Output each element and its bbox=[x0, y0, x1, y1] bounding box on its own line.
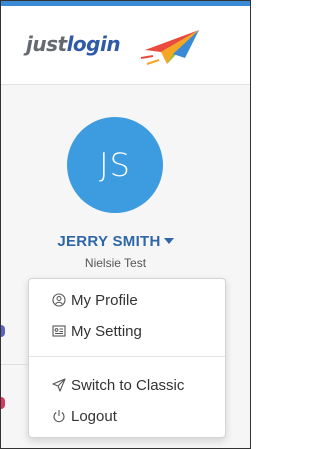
chevron-down-icon bbox=[163, 238, 174, 245]
menu-item-my-profile[interactable]: My Profile bbox=[29, 286, 225, 314]
avatar-initials: JS bbox=[99, 146, 131, 184]
menu-item-label: My Profile bbox=[71, 291, 138, 309]
header: justlogin bbox=[1, 6, 250, 85]
menu-item-switch-to-classic[interactable]: Switch to Classic bbox=[29, 371, 225, 399]
settings-card-icon bbox=[51, 323, 67, 339]
power-icon bbox=[51, 408, 67, 424]
menu-item-label: My Setting bbox=[71, 322, 142, 340]
logo-text-login: login bbox=[66, 32, 121, 56]
background-item-marker bbox=[1, 397, 5, 409]
paper-plane-logo-icon bbox=[140, 30, 199, 65]
logo-text-just: just bbox=[26, 32, 67, 56]
company-name: Nielsie Test bbox=[84, 256, 147, 270]
divider bbox=[1, 364, 31, 365]
avatar[interactable]: JS bbox=[67, 117, 163, 213]
logo[interactable]: justlogin bbox=[26, 32, 121, 56]
menu-item-my-setting[interactable]: My Setting bbox=[29, 317, 225, 345]
user-dropdown-menu: My Profile My Setting Switch to Classic … bbox=[28, 278, 226, 438]
app-window: justlogin JS JERRY SMITH Nielsie Test My… bbox=[0, 0, 251, 449]
user-menu-toggle[interactable]: JERRY SMITH bbox=[1, 233, 230, 250]
paper-plane-icon bbox=[51, 377, 67, 393]
menu-item-label: Switch to Classic bbox=[71, 376, 185, 394]
menu-item-label: Logout bbox=[71, 407, 117, 425]
background-item-marker bbox=[1, 325, 5, 337]
user-name: JERRY SMITH bbox=[57, 233, 161, 250]
menu-divider bbox=[29, 356, 225, 357]
user-circle-icon bbox=[51, 292, 67, 308]
menu-item-logout[interactable]: Logout bbox=[29, 402, 225, 430]
